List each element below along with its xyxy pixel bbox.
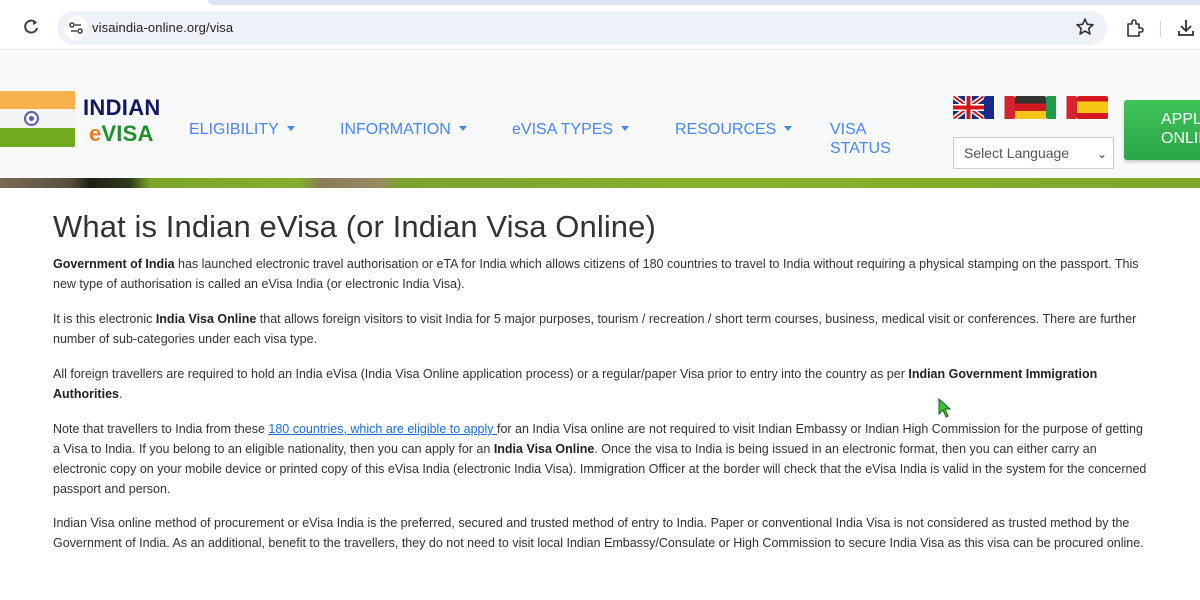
uk-flag-icon[interactable]: [953, 96, 984, 119]
mouse-cursor-icon: [938, 397, 952, 418]
logo-text-indian[interactable]: INDIAN: [83, 95, 161, 121]
back-arrow-icon[interactable]: ‹: [0, 22, 4, 34]
browser-toolbar: ‹ visaindia-online.org/visa: [0, 6, 1200, 50]
paragraph-4: Note that travellers to India from these…: [53, 419, 1153, 499]
caret-down-icon: [621, 126, 630, 131]
language-select[interactable]: Select Language ⌄: [953, 137, 1114, 169]
nav-eligibility[interactable]: ELIGIBILITY: [189, 121, 295, 139]
page-title: What is Indian eVisa (or Indian Visa Onl…: [53, 209, 656, 244]
star-icon[interactable]: [1075, 17, 1095, 37]
paragraph-1: Government of India has launched electro…: [53, 254, 1153, 294]
paragraph-2: It is this electronic India Visa Online …: [53, 309, 1153, 349]
germany-flag-icon[interactable]: [1015, 96, 1046, 119]
language-select-value: Select Language: [964, 145, 1070, 161]
apply-label-2: ONLINE: [1161, 130, 1200, 147]
nav-label: INFORMATION: [340, 121, 451, 138]
nav-label: VISA: [830, 121, 867, 138]
tune-icon[interactable]: [64, 16, 88, 40]
text: Note that travellers to India from these: [53, 422, 269, 436]
ashoka-chakra-icon: [24, 111, 39, 126]
logo-visa: VISA: [101, 121, 154, 146]
url-text[interactable]: visaindia-online.org/visa: [92, 20, 233, 35]
language-flags: [953, 96, 1108, 119]
caret-down-icon: [458, 126, 467, 131]
italy-flag-icon[interactable]: [1046, 96, 1077, 119]
toolbar-divider: [1160, 21, 1161, 37]
text: has launched electronic travel authorisa…: [53, 257, 1139, 291]
nav-label: ELIGIBILITY: [189, 121, 279, 138]
address-bar[interactable]: visaindia-online.org/visa: [57, 11, 1107, 45]
paragraph-3: All foreign travellers are required to h…: [53, 364, 1153, 404]
chevron-down-icon: ⌄: [1096, 147, 1107, 161]
apply-online-button[interactable]: APPLY ONLINE: [1124, 100, 1200, 160]
nav-evisa-types[interactable]: eVISA TYPES: [512, 121, 630, 139]
nav-label: RESOURCES: [675, 121, 777, 138]
bold-text: India Visa Online: [155, 312, 257, 326]
text: .: [118, 387, 123, 401]
bold-text: India Visa Online: [493, 442, 595, 456]
nav-label: eVISA TYPES: [512, 121, 614, 138]
india-flag-logo[interactable]: [0, 91, 75, 147]
download-icon[interactable]: [1176, 18, 1196, 38]
nav-information[interactable]: INFORMATION: [340, 121, 467, 139]
reload-icon[interactable]: [22, 17, 40, 37]
site-header: INDIAN eVISA ELIGIBILITY INFORMATION eVI…: [0, 51, 1200, 178]
hero-image: [0, 178, 1200, 188]
tab-strip: [208, 0, 1200, 5]
caret-down-icon: [286, 126, 295, 131]
nav-visa-status[interactable]: VISA STATUS: [830, 120, 891, 158]
logo-text-evisa[interactable]: eVISA: [89, 121, 154, 147]
text: It is this electronic: [53, 312, 156, 326]
text: All foreign travellers are required to h…: [53, 367, 909, 381]
caret-down-icon: [784, 126, 793, 131]
logo-e: e: [89, 121, 102, 146]
nav-label: STATUS: [830, 140, 891, 157]
puzzle-icon[interactable]: [1124, 19, 1144, 39]
nav-resources[interactable]: RESOURCES: [675, 121, 793, 139]
apply-label-1: APPLY: [1161, 111, 1200, 128]
text: Indian Visa online method of procurement…: [53, 516, 1144, 550]
paragraph-5: Indian Visa online method of procurement…: [53, 513, 1153, 553]
eligible-countries-link[interactable]: 180 countries, which are eligible to app…: [268, 422, 497, 436]
france-flag-icon[interactable]: [984, 96, 1015, 119]
spain-flag-icon[interactable]: [1077, 96, 1108, 119]
bold-text: Government of India: [53, 257, 175, 271]
